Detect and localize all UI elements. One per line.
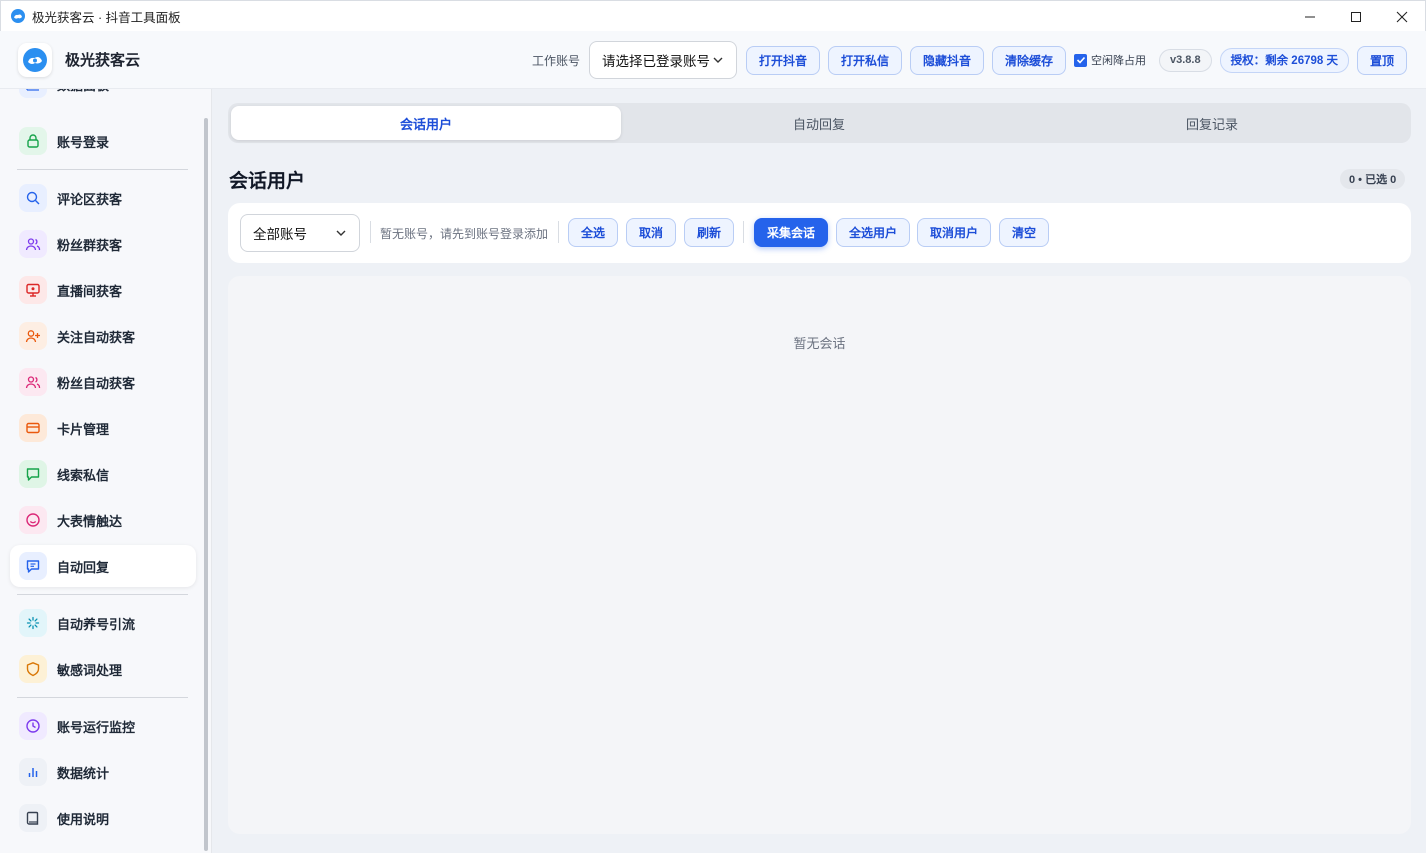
sidebar-item-label: 评论区获客 (57, 191, 123, 207)
monitor-icon (19, 276, 47, 304)
account-select-value: 请选择已登录账号 (601, 54, 710, 69)
chart-icon (19, 89, 47, 98)
tab-bar: 会话用户 自动回复 回复记录 (228, 103, 1411, 143)
chevron-down-icon (713, 57, 723, 63)
user-plus-icon (19, 322, 47, 350)
sidebar-item-label: 敏感词处理 (57, 662, 123, 678)
sidebar-item-3[interactable]: 粉丝群获客 (10, 223, 196, 265)
license-badge: 授权：剩余 26798 天 (1219, 47, 1349, 73)
sidebar-item-14[interactable]: 数据统计 (10, 751, 196, 793)
empty-state-text: 暂无会话 (793, 336, 846, 351)
sidebar-item-0[interactable]: 数据面板 (10, 89, 196, 105)
sidebar-item-label: 账号登录 (57, 134, 110, 150)
shield-icon (19, 655, 47, 683)
sidebar-item-11[interactable]: 自动养号引流 (10, 602, 196, 644)
version-badge: v3.8.8 (1159, 48, 1212, 72)
tab-reply-records[interactable]: 回复记录 (1017, 106, 1407, 140)
sidebar-item-8[interactable]: 线索私信 (10, 453, 196, 495)
app-header: 极光获客云 工作账号 请选择已登录账号 打开抖音 打开私信 隐藏抖音 清除缓存 … (0, 31, 1426, 89)
sidebar-item-label: 数据统计 (57, 765, 110, 781)
account-filter-select[interactable]: 全部账号 (240, 214, 360, 252)
open-messages-button[interactable]: 打开私信 (827, 45, 902, 75)
loader-icon (19, 609, 47, 637)
sidebar-item-7[interactable]: 卡片管理 (10, 407, 196, 449)
sidebar-divider (17, 697, 188, 698)
sidebar-item-label: 粉丝自动获客 (57, 375, 136, 391)
account-select[interactable]: 请选择已登录账号 (588, 41, 737, 79)
session-list-panel: 暂无会话 (228, 276, 1411, 834)
cancel-button[interactable]: 取消 (626, 218, 676, 247)
sidebar-item-label: 关注自动获客 (57, 329, 136, 345)
checkbox-checked-icon (1074, 53, 1088, 67)
sidebar-item-12[interactable]: 敏感词处理 (10, 648, 196, 690)
sidebar: 数据面板账号登录评论区获客粉丝群获客直播间获客关注自动获客粉丝自动获客卡片管理线… (0, 89, 212, 853)
idle-mode-checkbox[interactable]: 空闲降占用 (1074, 52, 1146, 68)
chevron-down-icon (336, 230, 346, 236)
book-icon (19, 804, 47, 832)
bar-chart-icon (19, 758, 47, 786)
app-logo-icon (11, 9, 25, 23)
sidebar-item-label: 线索私信 (57, 467, 110, 483)
no-account-hint: 暂无账号，请先到账号登录添加 (380, 227, 549, 241)
select-all-users-button[interactable]: 全选用户 (836, 218, 910, 247)
clock-icon (19, 712, 47, 740)
sidebar-item-13[interactable]: 账号运行监控 (10, 705, 196, 747)
deselect-users-button[interactable]: 取消用户 (917, 218, 991, 247)
action-toolbar: 全部账号 暂无账号，请先到账号登录添加 全选 取消 刷新 采集会话 全选用户 取… (228, 203, 1411, 263)
sidebar-item-label: 自动回复 (57, 559, 110, 575)
sidebar-item-4[interactable]: 直播间获客 (10, 269, 196, 311)
reply-icon (19, 552, 47, 580)
sidebar-item-label: 直播间获客 (57, 283, 123, 299)
sidebar-item-1[interactable]: 账号登录 (10, 120, 196, 162)
pin-top-button[interactable]: 置顶 (1356, 45, 1407, 75)
clear-cache-button[interactable]: 清除缓存 (992, 45, 1067, 75)
card-icon (19, 414, 47, 442)
sidebar-item-label: 卡片管理 (57, 421, 110, 437)
sidebar-divider (17, 169, 188, 170)
section-title: 会话用户 (229, 171, 306, 192)
sidebar-divider (17, 594, 188, 595)
window-title: 极光获客云 · 抖音工具面板 (32, 10, 181, 25)
clear-button[interactable]: 清空 (999, 218, 1049, 247)
select-all-button[interactable]: 全选 (568, 218, 618, 247)
tab-auto-reply[interactable]: 自动回复 (624, 106, 1014, 140)
tab-session-users[interactable]: 会话用户 (231, 106, 621, 140)
brand-name: 极光获客云 (65, 52, 141, 69)
users-icon (19, 368, 47, 396)
sidebar-item-label: 自动养号引流 (57, 616, 136, 632)
users-icon (19, 230, 47, 258)
sidebar-item-label: 账号运行监控 (57, 719, 136, 735)
lock-icon (19, 127, 47, 155)
divider (558, 221, 559, 243)
sidebar-item-label: 数据面板 (57, 89, 109, 94)
sidebar-item-9[interactable]: 大表情触达 (10, 499, 196, 541)
sidebar-item-5[interactable]: 关注自动获客 (10, 315, 196, 357)
sidebar-item-2[interactable]: 评论区获客 (10, 177, 196, 219)
divider (370, 221, 371, 243)
sidebar-item-10[interactable]: 自动回复 (10, 545, 196, 587)
refresh-button[interactable]: 刷新 (684, 218, 734, 247)
sidebar-item-label: 使用说明 (57, 811, 110, 827)
account-label: 工作账号 (531, 53, 580, 68)
maximize-icon[interactable] (1333, 1, 1379, 32)
sidebar-item-label: 大表情触达 (57, 513, 123, 529)
account-filter-value: 全部账号 (253, 227, 307, 242)
search-icon (19, 184, 47, 212)
hide-douyin-button[interactable]: 隐藏抖音 (909, 45, 984, 75)
message-icon (19, 460, 47, 488)
idle-mode-label: 空闲降占用 (1091, 55, 1147, 67)
brand-logo-icon (18, 42, 52, 77)
divider (743, 221, 744, 243)
sidebar-scrollbar[interactable] (204, 118, 208, 851)
open-douyin-button[interactable]: 打开抖音 (745, 45, 820, 75)
sidebar-item-15[interactable]: 使用说明 (10, 797, 196, 839)
collect-sessions-button[interactable]: 采集会话 (754, 218, 828, 247)
selected-count-badge: 0 • 已选 0 (1340, 169, 1406, 189)
minimize-icon[interactable] (1287, 1, 1333, 32)
smile-icon (19, 506, 47, 534)
close-icon[interactable] (1379, 1, 1425, 32)
window-titlebar: 极光获客云 · 抖音工具面板 (0, 0, 1426, 31)
sidebar-item-label: 粉丝群获客 (57, 237, 123, 253)
sidebar-item-6[interactable]: 粉丝自动获客 (10, 361, 196, 403)
